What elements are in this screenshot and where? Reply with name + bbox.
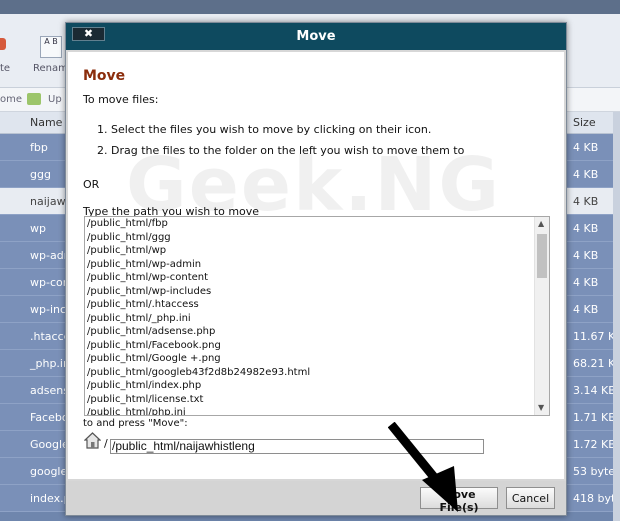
- home-icon[interactable]: [84, 432, 101, 450]
- step-1-text: 1. Select the files you wish to move by …: [97, 123, 432, 136]
- path-option[interactable]: /public_html/Google +.png: [85, 352, 534, 366]
- dialog-body: Geek.NG Move To move files: 1. Select th…: [68, 52, 564, 479]
- press-move-text: to and press "Move":: [83, 418, 188, 429]
- file-size: 3.14 KB: [573, 384, 616, 397]
- path-option[interactable]: /public_html/wp-content: [85, 271, 534, 285]
- path-list[interactable]: /public_html/fbp/public_html/ggg/public_…: [84, 216, 550, 416]
- file-name[interactable]: _php.in: [30, 357, 70, 370]
- rename-icon[interactable]: A B: [40, 36, 62, 58]
- scroll-down-icon[interactable]: ▼: [538, 404, 544, 412]
- path-prefix: /: [104, 437, 108, 450]
- delete-label[interactable]: te: [0, 63, 10, 74]
- file-size: 4 KB: [573, 222, 599, 235]
- file-size: 4 KB: [573, 249, 599, 262]
- dialog-title: Move: [296, 29, 336, 44]
- cancel-button[interactable]: Cancel: [506, 487, 555, 509]
- file-size: 4 KB: [573, 303, 599, 316]
- scroll-thumb[interactable]: [537, 234, 547, 278]
- column-size[interactable]: Size: [573, 116, 596, 129]
- path-option[interactable]: /public_html/ggg: [85, 231, 534, 245]
- path-list-scrollbar[interactable]: ▲ ▼: [534, 217, 549, 415]
- file-size: 1.72 KB: [573, 438, 616, 451]
- column-name[interactable]: Name: [30, 116, 62, 129]
- step-2-text: 2. Drag the files to the folder on the l…: [97, 144, 465, 157]
- move-dialog: ✖ Move Geek.NG Move To move files: 1. Se…: [65, 22, 567, 516]
- delete-icon[interactable]: [0, 38, 6, 50]
- path-option[interactable]: /public_html/wp-admin: [85, 258, 534, 272]
- file-name[interactable]: fbp: [30, 141, 48, 154]
- top-bar: [0, 0, 620, 14]
- dialog-titlebar: ✖ Move: [66, 23, 566, 50]
- path-option[interactable]: /public_html/fbp: [85, 217, 534, 231]
- file-size: 4 KB: [573, 168, 599, 181]
- home-link[interactable]: ome: [0, 94, 22, 105]
- path-option[interactable]: /public_html/index.php: [85, 379, 534, 393]
- or-text: OR: [83, 178, 100, 191]
- rename-label[interactable]: Renam: [33, 63, 68, 74]
- file-size: 1.71 KB: [573, 411, 616, 424]
- path-option[interactable]: /public_html/wp-includes: [85, 285, 534, 299]
- file-name[interactable]: wp-con: [30, 276, 70, 289]
- scroll-up-icon[interactable]: ▲: [538, 220, 544, 228]
- intro-text: To move files:: [83, 93, 159, 106]
- file-name[interactable]: ggg: [30, 168, 51, 181]
- path-option[interactable]: /public_html/license.txt: [85, 393, 534, 407]
- path-option[interactable]: /public_html/_php.ini: [85, 312, 534, 326]
- up-folder-icon[interactable]: [27, 93, 41, 105]
- file-name[interactable]: wp-incl: [30, 303, 69, 316]
- file-size: 4 KB: [573, 141, 599, 154]
- dialog-footer: Move File(s) Cancel: [66, 481, 566, 515]
- up-link[interactable]: Up: [48, 94, 62, 105]
- dialog-heading: Move: [83, 68, 126, 84]
- path-option[interactable]: /public_html/Facebook.png: [85, 339, 534, 353]
- file-name[interactable]: adsens: [30, 384, 69, 397]
- file-name[interactable]: Google: [30, 438, 69, 451]
- path-option[interactable]: /public_html/googleb43f2d8b24982e93.html: [85, 366, 534, 380]
- file-name[interactable]: wp: [30, 222, 46, 235]
- file-size: 4 KB: [573, 195, 599, 208]
- file-list-scrollbar[interactable]: [613, 112, 620, 521]
- path-option[interactable]: /public_html/wp: [85, 244, 534, 258]
- path-option[interactable]: /public_html/.htaccess: [85, 298, 534, 312]
- path-option[interactable]: /public_html/adsense.php: [85, 325, 534, 339]
- arrow-annotation-icon: [388, 422, 458, 512]
- path-option[interactable]: /public_html/php.ini: [85, 406, 534, 415]
- file-size: 4 KB: [573, 276, 599, 289]
- file-name[interactable]: Facebo: [30, 411, 69, 424]
